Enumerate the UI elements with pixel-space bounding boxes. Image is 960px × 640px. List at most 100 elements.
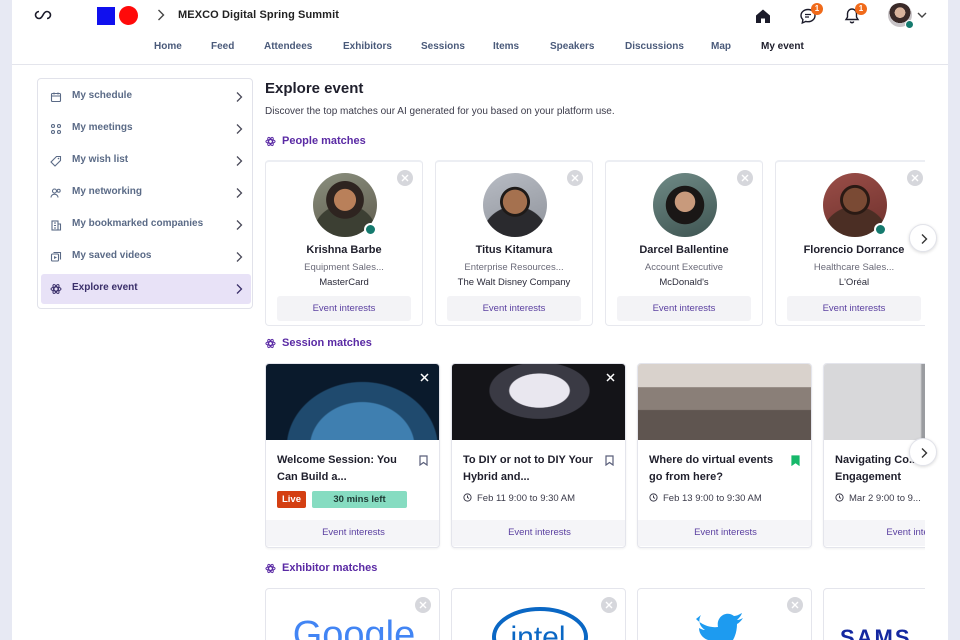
bookmark-icon[interactable] [605,455,614,466]
breadcrumb-chevron-icon [158,9,165,21]
sessions-next-button[interactable] [909,438,937,466]
home-icon [756,9,770,23]
event-interests-button[interactable]: Event interests [266,520,439,546]
video-icon [50,251,62,262]
tab-my-event[interactable]: My event [761,41,804,52]
chevron-down-icon[interactable] [916,9,928,21]
chevron-right-icon [236,188,243,198]
event-interests-button[interactable]: Event interests [452,520,625,546]
person-card[interactable]: Krishna Barbe Equipment Sales... MasterC… [265,160,423,326]
person-role: Account Executive [644,262,724,273]
sidebar-item-my-bookmarked-companies[interactable]: My bookmarked companies [41,210,251,240]
event-interests-button[interactable]: Event inte... [824,520,925,546]
close-icon[interactable] [606,373,615,382]
person-role: Healthcare Sales... [813,262,895,273]
chat-button[interactable]: 1 [798,3,823,26]
event-interests-button[interactable]: Event interests [787,296,921,321]
person-company: MasterCard [319,277,369,288]
session-title[interactable]: Where do virtual events go from here? [649,452,779,486]
twitter-bird-icon [696,613,743,640]
close-icon [571,174,579,182]
session-title[interactable]: Welcome Session: You Can Build a... [277,452,407,486]
tab-feed[interactable]: Feed [211,41,234,52]
person-name[interactable]: Florencio Dorrance [776,244,925,256]
atom-icon [265,563,276,574]
exhibitor-card[interactable]: intel [451,588,626,640]
tab-discussions[interactable]: Discussions [625,41,684,52]
sidebar-item-my-networking[interactable]: My networking [41,178,251,208]
person-card[interactable]: Titus Kitamura Enterprise Resources... T… [435,160,593,326]
calendar-icon [50,92,62,103]
app-frame: MEXCO Digital Spring Summit 1 1 Home Fee… [12,0,948,640]
tag-icon [50,155,62,167]
session-title[interactable]: To DIY or not to DIY Your Hybrid and... [463,452,593,486]
atom-icon [265,338,276,349]
dismiss-button[interactable] [737,170,753,186]
user-avatar[interactable] [888,3,914,29]
chevron-right-icon [921,234,928,244]
live-badge: Live [277,491,306,508]
sidebar-item-my-meetings[interactable]: My meetings [41,114,251,144]
page-subtitle: Discover the top matches our AI generate… [265,106,615,117]
dismiss-button[interactable] [567,170,583,186]
samsung-logo-text: SAMS [840,625,912,640]
session-card[interactable]: Welcome Session: You Can Build a... Live… [265,363,440,548]
main-nav: Home Feed Attendees Exhibitors Sessions … [12,38,948,62]
session-image [266,364,439,440]
section-label: Session matches [282,337,372,349]
sidebar-item-label: My networking [72,186,143,197]
event-interests-button[interactable]: Event interests [277,296,411,321]
event-interests-button[interactable]: Event interests [447,296,581,321]
sidebar-item-label: My saved videos [72,250,152,261]
event-interests-button[interactable]: Event interests [638,520,811,546]
sidebar-item-my-saved-videos[interactable]: My saved videos [41,242,251,272]
intel-logo-text: intel [510,621,565,640]
person-card[interactable]: Darcel Ballentine Account Executive McDo… [605,160,763,326]
exhibitor-card[interactable]: SAMS [823,588,925,640]
bookmark-filled-icon[interactable] [791,455,800,466]
sidebar-item-explore-event[interactable]: Explore event [41,274,251,304]
person-photo [483,173,547,237]
person-role: Enterprise Resources... [464,262,564,273]
app-logo-icon[interactable] [34,9,52,21]
tab-speakers[interactable]: Speakers [550,41,594,52]
brand-circle-logo [119,6,138,25]
exhibitor-card[interactable]: Google [265,588,440,640]
dismiss-button[interactable] [397,170,413,186]
sidebar-item-my-wish-list[interactable]: My wish list [41,146,251,176]
tab-exhibitors[interactable]: Exhibitors [343,41,392,52]
people-carousel: Krishna Barbe Equipment Sales... MasterC… [265,160,925,328]
event-interests-button[interactable]: Event interests [617,296,751,321]
person-card[interactable]: Florencio Dorrance Healthcare Sales... L… [775,160,925,326]
person-name[interactable]: Darcel Ballentine [606,244,762,256]
sidebar-item-label: Explore event [72,282,138,293]
chevron-right-icon [921,448,928,458]
tab-map[interactable]: Map [711,41,731,52]
dismiss-button[interactable] [907,170,923,186]
tab-sessions[interactable]: Sessions [421,41,465,52]
tab-home[interactable]: Home [154,41,182,52]
time-left-badge: 30 mins left [312,491,407,508]
person-name[interactable]: Titus Kitamura [436,244,592,256]
home-button[interactable] [753,6,773,26]
chevron-right-icon [236,284,243,294]
bookmark-icon[interactable] [419,455,428,466]
people-next-button[interactable] [909,224,937,252]
notifications-button[interactable]: 1 [842,3,867,26]
chevron-right-icon [236,220,243,230]
event-title[interactable]: MEXCO Digital Spring Summit [178,9,339,21]
exhibitor-card[interactable] [637,588,812,640]
samsung-logo: SAMS [840,625,912,640]
close-icon[interactable] [420,373,429,382]
session-time: Feb 11 9:00 to 9:30 AM [463,493,575,504]
session-card[interactable]: To DIY or not to DIY Your Hybrid and... … [451,363,626,548]
sidebar-item-my-schedule[interactable]: My schedule [41,82,251,112]
online-status-dot [364,223,377,236]
session-time-text: Feb 13 9:00 to 9:30 AM [663,493,762,504]
google-logo: Google [293,614,416,640]
tab-attendees[interactable]: Attendees [264,41,312,52]
session-card[interactable]: Where do virtual events go from here? Fe… [637,363,812,548]
person-name[interactable]: Krishna Barbe [266,244,422,256]
sidebar-item-label: My wish list [72,154,129,165]
tab-items[interactable]: Items [493,41,519,52]
